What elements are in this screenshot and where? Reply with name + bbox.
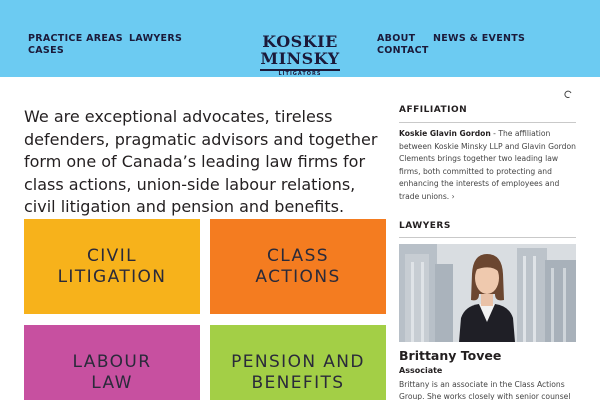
lawyer-photo[interactable] (399, 244, 576, 342)
affiliation-org[interactable]: Koskie Glavin Gordon (399, 129, 491, 138)
tile-civil-line-2: LITIGATION (57, 266, 167, 287)
nav-lawyers[interactable]: LAWYERS (129, 33, 182, 44)
lawyers-divider (399, 237, 576, 238)
tile-civil-line-1: CIVIL (87, 245, 137, 266)
site-header: PRACTICE AREAS CASES LAWYERS KOSKIE MINS… (0, 0, 600, 77)
affiliation-text: Koskie Glavin Gordon - The affiliation b… (399, 128, 577, 204)
affiliation-more-link[interactable]: › (449, 192, 455, 201)
firm-logo[interactable]: KOSKIE MINSKY LITIGATORS (252, 34, 348, 75)
nav-news-events[interactable]: NEWS & EVENTS (433, 33, 525, 44)
nav-contact[interactable]: CONTACT (377, 45, 429, 56)
tile-class-line-2: ACTIONS (255, 266, 341, 287)
lawyer-bio: Brittany is an associate in the Class Ac… (399, 380, 571, 400)
logo-tagline: LITIGATORS (278, 71, 322, 75)
tile-civil-litigation[interactable]: CIVIL LITIGATION (24, 219, 200, 314)
tile-class-actions[interactable]: CLASS ACTIONS (210, 219, 386, 314)
intro-statement: We are exceptional advocates, tireless d… (24, 107, 378, 216)
tile-labour-line-2: LAW (91, 373, 133, 393)
lawyers-heading: LAWYERS (399, 221, 451, 231)
tile-labour-line-1: LABOUR (72, 352, 152, 372)
logo-line-1: KOSKIE (262, 32, 338, 51)
tile-pension-line-1: PENSION AND (231, 352, 365, 372)
tile-labour-law[interactable]: LABOUR LAW (24, 325, 200, 400)
tile-pension-benefits[interactable]: PENSION AND BENEFITS (210, 325, 386, 400)
affiliation-heading: AFFILIATION (399, 105, 468, 115)
nav-about[interactable]: ABOUT (377, 33, 415, 44)
lawyer-name[interactable]: Brittany Tovee (399, 348, 501, 363)
logo-line-2: MINSKY (260, 49, 340, 68)
tile-class-line-1: CLASS (267, 245, 329, 266)
lawyer-title: Associate (399, 366, 443, 375)
tile-pension-line-2: BENEFITS (251, 373, 345, 393)
search-icon[interactable] (563, 90, 573, 100)
nav-practice-areas[interactable]: PRACTICE AREAS (28, 33, 123, 44)
affiliation-divider (399, 122, 576, 123)
nav-cases[interactable]: CASES (28, 45, 64, 56)
affiliation-body: - The affiliation between Koskie Minsky … (399, 129, 576, 201)
